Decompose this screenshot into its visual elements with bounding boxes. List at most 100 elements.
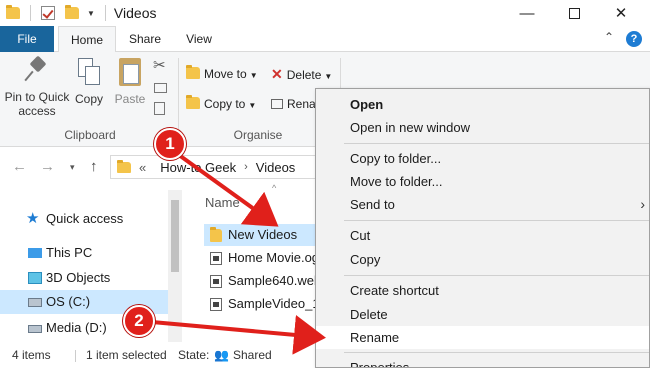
menu-item-send-to[interactable]: Send to › xyxy=(316,193,649,216)
paste-button[interactable]: Paste xyxy=(113,58,147,106)
nav-item-3d-objects[interactable]: 3D Objects xyxy=(0,266,168,290)
recent-locations-dropdown[interactable]: ▾ xyxy=(70,162,75,173)
breadcrumb-how-to-geek[interactable]: How-to Geek xyxy=(160,160,236,175)
tab-file[interactable]: File xyxy=(0,26,54,52)
step-badge-2: 2 xyxy=(123,305,155,337)
selection-count: 1 item selected xyxy=(86,348,167,362)
item-count: 4 items xyxy=(12,348,51,362)
file-name: New Videos xyxy=(228,227,298,242)
scrollbar-thumb[interactable] xyxy=(171,200,179,272)
breadcrumb-overflow[interactable]: « xyxy=(139,160,146,175)
nav-item-label: This PC xyxy=(46,245,93,260)
sort-indicator-icon: ^ xyxy=(272,183,277,193)
rename-icon xyxy=(271,99,283,109)
menu-item-delete[interactable]: Delete xyxy=(316,303,649,326)
collapse-ribbon-icon[interactable]: ⌃ xyxy=(604,30,614,44)
video-file-icon xyxy=(210,275,222,288)
computer-icon xyxy=(28,248,42,258)
copy-to-label: Copy to xyxy=(204,97,246,111)
forward-arrow-icon[interactable]: → xyxy=(40,158,55,175)
menu-item-label: Send to xyxy=(350,197,395,212)
paste-shortcut-icon[interactable] xyxy=(154,100,169,120)
folder-icon xyxy=(210,227,222,242)
organise-group-label: Organise xyxy=(233,128,283,142)
video-file-icon xyxy=(210,298,222,311)
pin-to-quick-access-button[interactable]: Pin to Quick access xyxy=(4,58,70,118)
properties-icon[interactable] xyxy=(41,6,55,20)
tab-view[interactable]: View xyxy=(176,26,222,52)
pin-icon xyxy=(25,58,49,82)
menu-item-create-shortcut[interactable]: Create shortcut xyxy=(316,279,649,302)
help-icon[interactable]: ? xyxy=(626,31,642,47)
close-icon: ✕ xyxy=(614,5,628,22)
state-label: State: xyxy=(178,348,210,362)
copy-path-icon[interactable] xyxy=(154,78,171,98)
menu-item-open-in-new-window[interactable]: Open in new window xyxy=(316,116,649,139)
menu-item-rename[interactable]: Rename xyxy=(316,326,649,349)
close-button[interactable]: ✕ xyxy=(598,0,644,26)
title-divider xyxy=(30,5,31,21)
maximize-button[interactable] xyxy=(551,0,597,26)
nav-item-label: Media (D:) xyxy=(46,320,107,335)
menu-item-properties[interactable]: Properties xyxy=(316,356,649,367)
paste-label: Paste xyxy=(114,92,146,106)
menu-separator xyxy=(344,220,649,221)
delete-label: Delete xyxy=(286,68,322,82)
breadcrumb-separator[interactable]: › xyxy=(244,161,248,173)
menu-item-copy-to-folder[interactable]: Copy to folder... xyxy=(316,147,649,170)
status-divider xyxy=(75,350,76,362)
column-header-name[interactable]: Name xyxy=(205,195,240,210)
nav-item-label: OS (C:) xyxy=(46,294,91,309)
window-title: Videos xyxy=(113,5,157,21)
minimize-button[interactable]: — xyxy=(504,0,550,26)
paste-icon xyxy=(119,58,141,86)
chevron-right-icon: › xyxy=(640,196,645,212)
back-arrow-icon[interactable]: ← xyxy=(12,158,27,175)
file-name: Home Movie.ogg xyxy=(228,250,327,265)
copy-button[interactable]: Copy xyxy=(72,58,106,106)
tab-share[interactable]: Share xyxy=(120,26,170,52)
copy-label: Copy xyxy=(74,92,103,106)
shared-users-icon: 👥 xyxy=(214,348,229,362)
delete-button[interactable]: ✕ Delete ▼ xyxy=(271,64,332,84)
drive-icon xyxy=(28,325,42,333)
cube-icon xyxy=(28,272,42,284)
cut-icon[interactable]: ✂ xyxy=(153,56,166,76)
menu-item-open[interactable]: Open xyxy=(316,93,649,116)
nav-item-label: Quick access xyxy=(46,211,124,226)
step-badge-1: 1 xyxy=(154,128,186,160)
video-file-icon xyxy=(210,252,222,265)
folder-icon xyxy=(186,95,200,109)
menu-item-move-to-folder[interactable]: Move to folder... xyxy=(316,170,649,193)
title-divider xyxy=(104,5,106,21)
move-to-label: Move to xyxy=(204,67,247,81)
ribbon-tabs: File Home Share View ⌃ ? xyxy=(0,26,650,53)
state-value: Shared xyxy=(233,348,272,362)
menu-separator xyxy=(344,143,649,144)
menu-separator xyxy=(344,352,649,353)
nav-pane-scrollbar[interactable] xyxy=(168,190,182,342)
rename-button[interactable]: Renar xyxy=(271,94,320,114)
up-arrow-icon[interactable]: ↑ xyxy=(90,158,98,175)
nav-item-label: 3D Objects xyxy=(46,270,111,285)
breadcrumb-videos[interactable]: Videos xyxy=(256,160,296,175)
copy-icon xyxy=(78,58,100,86)
pin-label-line1: Pin to Quick xyxy=(4,90,70,104)
folder-icon[interactable] xyxy=(6,5,20,19)
copy-to-button[interactable]: Copy to ▼ xyxy=(186,94,256,114)
nav-item-quick-access[interactable]: ★ Quick access xyxy=(0,207,168,231)
star-icon: ★ xyxy=(26,210,40,227)
menu-item-copy[interactable]: Copy xyxy=(316,248,649,271)
customize-toolbar-dropdown[interactable]: ▼ xyxy=(87,9,95,18)
context-menu: Open Open in new window Copy to folder..… xyxy=(315,88,650,368)
menu-item-cut[interactable]: Cut xyxy=(316,224,649,247)
delete-icon: ✕ xyxy=(271,66,283,82)
new-folder-icon[interactable] xyxy=(65,5,79,19)
pin-label-line2: access xyxy=(18,104,56,118)
minimize-icon: — xyxy=(519,4,535,22)
tab-home[interactable]: Home xyxy=(58,26,116,53)
move-to-button[interactable]: Move to ▼ xyxy=(186,64,258,84)
address-bar[interactable]: « How-to Geek › Videos xyxy=(110,155,330,179)
nav-item-this-pc[interactable]: This PC xyxy=(0,241,168,265)
clipboard-group-label: Clipboard xyxy=(64,128,116,142)
